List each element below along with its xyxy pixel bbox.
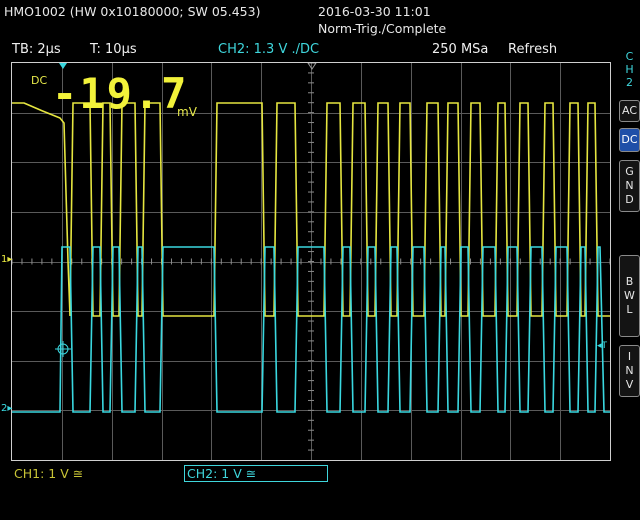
side-button-label: G: [625, 165, 634, 178]
sample-rate: 250 MSa: [432, 42, 489, 57]
side-button-label: W: [624, 289, 635, 302]
ch2-scale: CH2: 1 V ≅: [187, 466, 257, 481]
side-button-label: L: [626, 303, 633, 316]
invert-button[interactable]: INV: [619, 345, 640, 397]
trigger-level-marker[interactable]: ◂T: [597, 341, 607, 351]
measurement-value: -19.7: [52, 69, 189, 118]
side-menu-channel-label: CH2: [619, 50, 640, 89]
side-button-label: V: [625, 378, 634, 391]
cursor-crosshair-icon: [55, 341, 71, 357]
waveform-canvas: [12, 63, 610, 460]
device-info: HMO1002 (HW 0x10180000; SW 05.453): [4, 4, 261, 19]
datetime: 2016-03-30 11:01: [318, 4, 431, 19]
trigger-status: Norm-Trig./Complete: [318, 21, 447, 36]
coupling-dc-button[interactable]: DC: [619, 128, 640, 152]
timebase[interactable]: TB: 2µs: [12, 42, 61, 57]
side-menu-channel-letter: 2: [626, 76, 633, 89]
acquisition-mode[interactable]: Refresh: [508, 42, 557, 57]
side-button-label: B: [625, 275, 634, 288]
side-button-label: N: [625, 179, 634, 192]
side-menu-channel-letter: C: [625, 50, 634, 63]
side-button-label: D: [625, 193, 634, 206]
side-button-label: I: [627, 350, 632, 363]
trigger-time[interactable]: T: 10µs: [90, 42, 137, 57]
side-menu-channel-letter: H: [625, 63, 634, 76]
ch2-level-marker[interactable]: 2▸: [1, 403, 12, 414]
arrow-right-icon: ▸: [7, 254, 13, 265]
side-button-label: AC: [621, 104, 637, 117]
coupling-ac-button[interactable]: AC: [619, 100, 640, 122]
ch2-scale-box[interactable]: CH2: 1 V ≅: [184, 465, 328, 482]
coupling-gnd-button[interactable]: GND: [619, 160, 640, 212]
bandwidth-limit-button[interactable]: BWL: [619, 255, 640, 337]
side-button-label: N: [625, 364, 634, 377]
ch1-level-marker[interactable]: 1▸: [1, 254, 12, 265]
arrow-right-icon: ▸: [7, 403, 13, 414]
coupling-label: DC: [31, 74, 48, 87]
waveform-display[interactable]: DC -19.7 mV: [11, 62, 611, 461]
trigger-level-label: T: [601, 341, 608, 351]
ch1-scale[interactable]: CH1: 1 V ≅: [14, 466, 83, 481]
channel-info[interactable]: CH2: 1.3 V ./DC: [218, 42, 319, 57]
measurement-unit: mV: [177, 105, 197, 119]
side-button-label: DC: [621, 133, 638, 146]
